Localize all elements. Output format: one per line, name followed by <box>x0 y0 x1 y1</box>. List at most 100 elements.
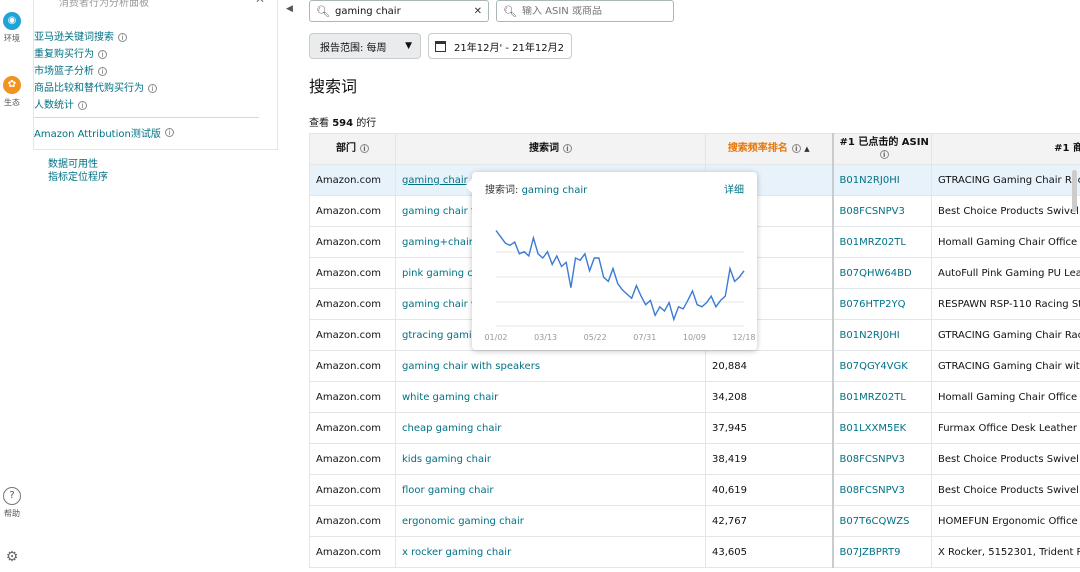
cell-department: Amazon.com <box>309 226 396 258</box>
cell-product: Best Choice Products Swivel Ga <box>931 195 1080 227</box>
cell-search-term[interactable]: x rocker gaming chair <box>395 536 706 568</box>
collapse-panel-icon[interactable]: ◀ <box>286 4 293 14</box>
cell-product: Best Choice Products Swivel Ga <box>931 474 1080 506</box>
cell-search-frequency-rank: 40,619 <box>705 474 833 506</box>
info-icon[interactable]: i <box>164 128 174 137</box>
cell-department: Amazon.com <box>309 474 396 506</box>
date-range-value: 21年12月' - 21年12月2 <box>454 42 564 54</box>
panel-heading: 消费者行为分析面板 <box>59 0 149 9</box>
table-row[interactable]: Amazon.com kids gaming chair 38,419 B08FCSN… <box>309 443 1080 475</box>
cell-clicked-asin[interactable]: B01MRZ02TL <box>831 226 932 258</box>
cell-search-frequency-rank: 34,208 <box>705 381 833 413</box>
cell-search-frequency-rank: 37,945 <box>705 412 833 444</box>
info-icon[interactable]: i <box>98 50 107 59</box>
nav-item-keyword-search[interactable]: 亚马逊关键词搜索 i <box>34 29 234 46</box>
info-icon[interactable]: i <box>148 84 157 93</box>
row-count: 查看 594 的行 <box>309 118 377 129</box>
table-row[interactable]: Amazon.com gaming chair with speakers 20,8… <box>309 350 1080 382</box>
cell-search-term[interactable]: gaming chair with speakers <box>395 350 706 382</box>
nav-item-demographics[interactable]: 人数统计 i <box>34 97 234 114</box>
rail-item-help[interactable]: ? 帮助 <box>0 487 24 519</box>
left-rail: ◉ 环境 ✿ 生态 ? 帮助 ⚙ <box>0 0 24 572</box>
info-icon[interactable]: i <box>563 144 572 153</box>
rail-item-settings[interactable]: ⚙ <box>0 549 24 565</box>
table-row[interactable]: Amazon.com ergonomic gaming chair 42,767 B0… <box>309 505 1080 537</box>
col-header-search-term[interactable]: 搜索词 i <box>395 133 706 165</box>
info-icon[interactable]: i <box>791 144 801 153</box>
cell-clicked-asin[interactable]: B08FCSNPV3 <box>831 195 932 227</box>
col-header-clicked-asin[interactable]: #1 已点击的 ASIN i <box>831 133 932 165</box>
col-header-product[interactable]: #1 商品 <box>931 133 1080 165</box>
asin-search-box[interactable]: 🔍︎ <box>496 0 674 22</box>
x-tick-label: 12/18 <box>732 333 755 342</box>
info-icon[interactable]: i <box>879 150 889 159</box>
info-icon[interactable]: i <box>98 67 107 76</box>
rail-item-environment[interactable]: ◉ 环境 <box>0 12 24 44</box>
cell-clicked-asin[interactable]: B08FCSNPV3 <box>831 474 932 506</box>
link-data-availability[interactable]: 数据可用性 <box>48 158 108 171</box>
search-term-box[interactable]: 🔍︎ ✕ <box>309 0 489 22</box>
cell-clicked-asin[interactable]: B07T6CQWZS <box>831 505 932 537</box>
table-row[interactable]: Amazon.com white gaming chair 34,208 B01MRZ… <box>309 381 1080 413</box>
cell-search-frequency-rank: 20,884 <box>705 350 833 382</box>
cell-product: Furmax Office Desk Leather Ga <box>931 412 1080 444</box>
cell-clicked-asin[interactable]: B07QGY4VGK <box>831 350 932 382</box>
cell-search-frequency-rank: 43,605 <box>705 536 833 568</box>
cell-product: HOMEFUN Ergonomic Office Ch <box>931 505 1080 537</box>
cell-search-term[interactable]: white gaming chair <box>395 381 706 413</box>
rail-item-ecosystem[interactable]: ✿ 生态 <box>0 76 24 108</box>
col-header-department[interactable]: 部门 i <box>309 133 396 165</box>
close-icon[interactable]: ✕ <box>255 0 265 6</box>
cell-search-frequency-rank: 38,419 <box>705 443 833 475</box>
date-range-picker[interactable]: 21年12月' - 21年12月2 <box>428 33 572 59</box>
cell-department: Amazon.com <box>309 195 396 227</box>
cell-department: Amazon.com <box>309 536 396 568</box>
cell-clicked-asin[interactable]: B07JZBPRT9 <box>831 536 932 568</box>
cell-product: Homall Gaming Chair Office Cha <box>931 226 1080 258</box>
asin-search-input[interactable] <box>521 5 662 17</box>
nav-item-item-comparison[interactable]: 商品比较和替代购买行为 i <box>34 80 234 97</box>
nav-item-market-basket[interactable]: 市场篮子分析 i <box>34 63 234 80</box>
cell-clicked-asin[interactable]: B08FCSNPV3 <box>831 443 932 475</box>
cell-search-term[interactable]: cheap gaming chair <box>395 412 706 444</box>
nav-item-attribution[interactable]: Amazon Attribution测试版 i <box>34 125 174 140</box>
table-scrollbar[interactable] <box>1072 170 1077 212</box>
x-tick-label: 03/13 <box>534 333 557 342</box>
nav-item-repeat-purchase[interactable]: 重复购买行为 i <box>34 46 234 63</box>
info-icon[interactable]: i <box>118 33 127 42</box>
cell-search-term[interactable]: ergonomic gaming chair <box>395 505 706 537</box>
cell-clicked-asin[interactable]: B01N2RJ0HI <box>831 164 932 196</box>
cell-clicked-asin[interactable]: B01LXXM5EK <box>831 412 932 444</box>
ecosystem-icon: ✿ <box>3 76 21 94</box>
nav-divider <box>34 117 259 118</box>
col-header-search-frequency-rank[interactable]: 搜索频率排名 i ▲ <box>705 133 833 165</box>
cell-clicked-asin[interactable]: B01N2RJ0HI <box>831 319 932 351</box>
cell-clicked-asin[interactable]: B076HTP2YQ <box>831 288 932 320</box>
table-row[interactable]: Amazon.com floor gaming chair 40,619 B08FCS… <box>309 474 1080 506</box>
cell-department: Amazon.com <box>309 381 396 413</box>
x-tick-label: 05/22 <box>584 333 607 342</box>
cell-clicked-asin[interactable]: B01MRZ02TL <box>831 381 932 413</box>
cell-clicked-asin[interactable]: B07QHW64BD <box>831 257 932 289</box>
cell-search-term[interactable]: kids gaming chair <box>395 443 706 475</box>
cell-department: Amazon.com <box>309 257 396 289</box>
table-row[interactable]: Amazon.com cheap gaming chair 37,945 B01LXX… <box>309 412 1080 444</box>
info-icon[interactable]: i <box>78 101 87 110</box>
link-metrics-locator[interactable]: 指标定位程序 <box>48 171 108 184</box>
cell-search-frequency-rank: 42,767 <box>705 505 833 537</box>
table-row[interactable]: Amazon.com x rocker gaming chair 43,605 B07… <box>309 536 1080 568</box>
caret-down-icon: ▼ <box>405 41 412 51</box>
calendar-icon <box>435 40 446 52</box>
report-range-dropdown[interactable]: 报告范围: 每周 ▼ <box>309 33 421 59</box>
search-term-input[interactable] <box>334 5 475 17</box>
rail-label-help: 帮助 <box>4 509 20 518</box>
trend-line <box>495 230 745 322</box>
cell-search-term[interactable]: floor gaming chair <box>395 474 706 506</box>
info-icon[interactable]: i <box>360 144 369 153</box>
gear-icon: ⚙ <box>5 549 19 565</box>
cell-product: Homall Gaming Chair Office Cha <box>931 381 1080 413</box>
x-tick-label: 01/02 <box>484 333 507 342</box>
search-icon: 🔍︎ <box>503 4 517 18</box>
analytics-nav-list: 亚马逊关键词搜索 i 重复购买行为 i 市场篮子分析 i 商品比较和替代购买行为 i 人… <box>34 29 234 114</box>
clear-icon[interactable]: ✕ <box>474 6 482 17</box>
